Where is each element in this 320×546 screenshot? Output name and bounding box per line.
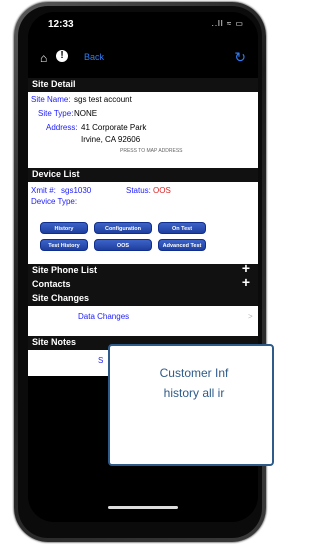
site-name-label: Site Name: [31, 95, 71, 104]
promo-callout: Customer Inf history all ir [108, 344, 274, 466]
xmit-label: Xmit #: [31, 186, 56, 195]
contacts-label: Contacts [32, 279, 71, 289]
test-history-button[interactable]: Test History [40, 239, 88, 251]
promo-line-2: history all ir [163, 386, 225, 400]
home-icon[interactable]: ⌂ [40, 51, 47, 65]
home-indicator [108, 506, 178, 509]
address-line1[interactable]: 41 Corporate Park [81, 123, 146, 132]
oos-button[interactable]: OOS [94, 239, 152, 251]
section-site-changes: Site Changes [28, 292, 258, 306]
status-label: Status: [126, 186, 151, 195]
address-label: Address: [46, 123, 78, 132]
navigation-bar: ⌂ ! Back ↻ [28, 38, 258, 78]
back-button[interactable]: Back [84, 52, 104, 62]
history-button[interactable]: History [40, 222, 88, 234]
status-value: OOS [153, 186, 171, 195]
section-site-detail: Site Detail [28, 78, 258, 92]
configuration-button[interactable]: Configuration [94, 222, 152, 234]
data-changes-link[interactable]: Data Changes [78, 312, 129, 321]
status-icons: ..ll ≈ ▭ [211, 19, 244, 28]
site-type-label: Site Type: [38, 109, 74, 118]
chevron-right-icon: > [248, 312, 253, 321]
xmit-value: sgs1030 [61, 186, 92, 195]
press-to-map[interactable]: PRESS TO MAP ADDRESS [120, 148, 183, 154]
device-type-label: Device Type: [31, 197, 78, 206]
site-phone-list-label: Site Phone List [32, 265, 98, 275]
site-changes-panel[interactable]: Data Changes > [28, 306, 258, 336]
refresh-icon[interactable]: ↻ [234, 49, 246, 66]
notch [83, 12, 203, 32]
status-bar: 12:33 ..ll ≈ ▭ [28, 12, 258, 38]
section-contacts[interactable]: Contacts + [28, 275, 258, 292]
promo-line-1: Customer Inf [159, 366, 229, 380]
device-list-panel: Xmit #: sgs1030 Status: OOS Device Type:… [28, 182, 258, 264]
status-time: 12:33 [48, 19, 74, 30]
site-name-value: sgs test account [74, 95, 132, 104]
section-site-phone-list[interactable]: Site Phone List + [28, 261, 258, 278]
site-detail-panel: Site Name: sgs test account Site Type: N… [28, 92, 258, 168]
alert-icon[interactable]: ! [56, 50, 68, 62]
site-notes-partial-link[interactable]: S [98, 356, 103, 365]
section-device-list: Device List [28, 168, 258, 182]
on-test-button[interactable]: On Test [158, 222, 206, 234]
site-type-value: NONE [74, 109, 98, 118]
advanced-test-button[interactable]: Advanced Test [158, 239, 206, 251]
add-contact-icon[interactable]: + [242, 275, 250, 289]
address-line2[interactable]: Irvine, CA 92606 [81, 135, 140, 144]
